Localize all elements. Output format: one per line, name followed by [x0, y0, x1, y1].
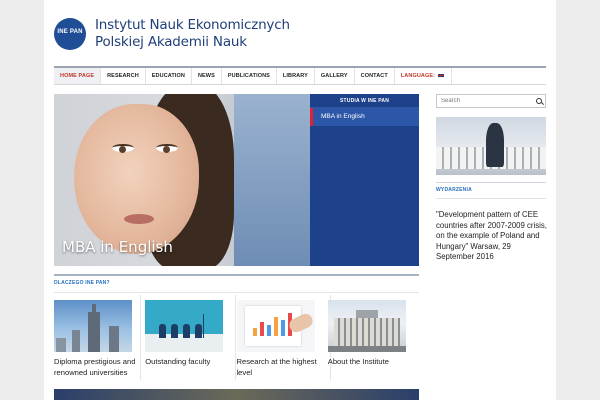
- illustration-figure: [159, 324, 167, 338]
- card-diploma-image[interactable]: [54, 300, 132, 352]
- chart-bar: [259, 322, 264, 336]
- chart-bar: [252, 328, 257, 336]
- section-divider: [54, 274, 419, 276]
- logo[interactable]: INE PAN: [54, 18, 86, 50]
- card-diploma[interactable]: Diploma prestigious and renowned univers…: [54, 300, 145, 380]
- slide-photo-eye-left: [112, 144, 134, 153]
- hero-slider[interactable]: MBA in English STUDIA W INE PAN MBA in E…: [54, 94, 419, 266]
- institute-name-line1: Instytut Nauk Ekonomicznych: [95, 17, 290, 33]
- card-faculty-image[interactable]: [145, 300, 224, 352]
- building: [72, 330, 80, 352]
- nav-library[interactable]: LIBRARY: [277, 68, 315, 84]
- illustration-figure: [171, 324, 179, 338]
- nav-home-page[interactable]: HOME PAGE: [54, 68, 102, 84]
- institute-name[interactable]: Instytut Nauk Ekonomicznych Polskiej Aka…: [95, 17, 290, 51]
- card-research[interactable]: Research at the highest level: [236, 300, 328, 380]
- street: [327, 346, 406, 352]
- chart-bar: [273, 317, 278, 336]
- illustration-figure: [195, 324, 203, 338]
- card-faculty[interactable]: Outstanding faculty: [145, 300, 236, 380]
- nav-language-label: LANGUAGE:: [400, 73, 436, 79]
- chart-bar: [280, 320, 285, 336]
- slide-caption[interactable]: MBA in English: [62, 238, 173, 256]
- nav-research[interactable]: RESEARCH: [101, 68, 146, 84]
- building: [109, 326, 119, 352]
- search-icon[interactable]: [536, 98, 542, 104]
- nav-language[interactable]: LANGUAGE:: [395, 68, 453, 84]
- page: INE PAN Instytut Nauk Ekonomicznych Pols…: [44, 0, 556, 400]
- card-research-image[interactable]: [236, 300, 315, 352]
- slider-panel: STUDIA W INE PAN MBA in English: [310, 94, 419, 266]
- chart-bar: [266, 325, 271, 336]
- card-diploma-text[interactable]: Diploma prestigious and renowned univers…: [54, 357, 139, 378]
- slide-photo-face: [74, 104, 199, 254]
- search-box: [436, 94, 546, 108]
- sidebar-divider: [436, 182, 546, 183]
- uk-flag-icon: [437, 73, 446, 78]
- slide-photo-background: [234, 94, 310, 266]
- card-faculty-text[interactable]: Outstanding faculty: [145, 357, 230, 368]
- sidebar-divider: [436, 198, 546, 199]
- nav-contact[interactable]: CONTACT: [355, 68, 395, 84]
- nav-education[interactable]: EDUCATION: [146, 68, 192, 84]
- sidebar-photo[interactable]: [436, 117, 546, 175]
- nav-gallery[interactable]: GALLERY: [315, 68, 355, 84]
- card-research-text[interactable]: Research at the highest level: [237, 357, 322, 378]
- card-about-text[interactable]: About the Institute: [328, 357, 413, 368]
- card-about[interactable]: About the Institute: [327, 300, 419, 380]
- building: [56, 338, 66, 352]
- logo-text: INE PAN: [57, 29, 83, 35]
- nav-publications[interactable]: PUBLICATIONS: [222, 68, 277, 84]
- institute-name-line2: Polskiej Akademii Nauk: [95, 34, 247, 50]
- illustration-flagpole: [203, 314, 205, 338]
- card-about-image[interactable]: [327, 300, 406, 352]
- sidebar-event-link[interactable]: "Development pattern of CEE countries af…: [436, 210, 548, 263]
- why-cards: Diploma prestigious and renowned univers…: [54, 300, 419, 380]
- section-divider: [54, 292, 419, 293]
- illustration-figure: [183, 324, 191, 338]
- search-input[interactable]: [437, 95, 529, 107]
- palace-roof: [355, 310, 378, 318]
- sidebar-photo-statue: [486, 123, 504, 167]
- bottom-banner[interactable]: [54, 389, 419, 400]
- slider-panel-item-mba[interactable]: MBA in English: [310, 108, 419, 126]
- main-nav: HOME PAGE RESEARCH EDUCATION NEWS PUBLIC…: [54, 66, 546, 85]
- nav-news[interactable]: NEWS: [192, 68, 222, 84]
- slide-photo-lips: [124, 214, 154, 224]
- slider-panel-heading: STUDIA W INE PAN: [310, 94, 419, 108]
- why-section-label[interactable]: DLACZEGO INE PAN?: [54, 280, 110, 286]
- palace-facade: [333, 318, 400, 346]
- slide-photo-eye-right: [156, 144, 178, 153]
- palace-of-culture: [88, 304, 100, 352]
- sidebar-section-label[interactable]: WYDARZENIA: [436, 187, 472, 193]
